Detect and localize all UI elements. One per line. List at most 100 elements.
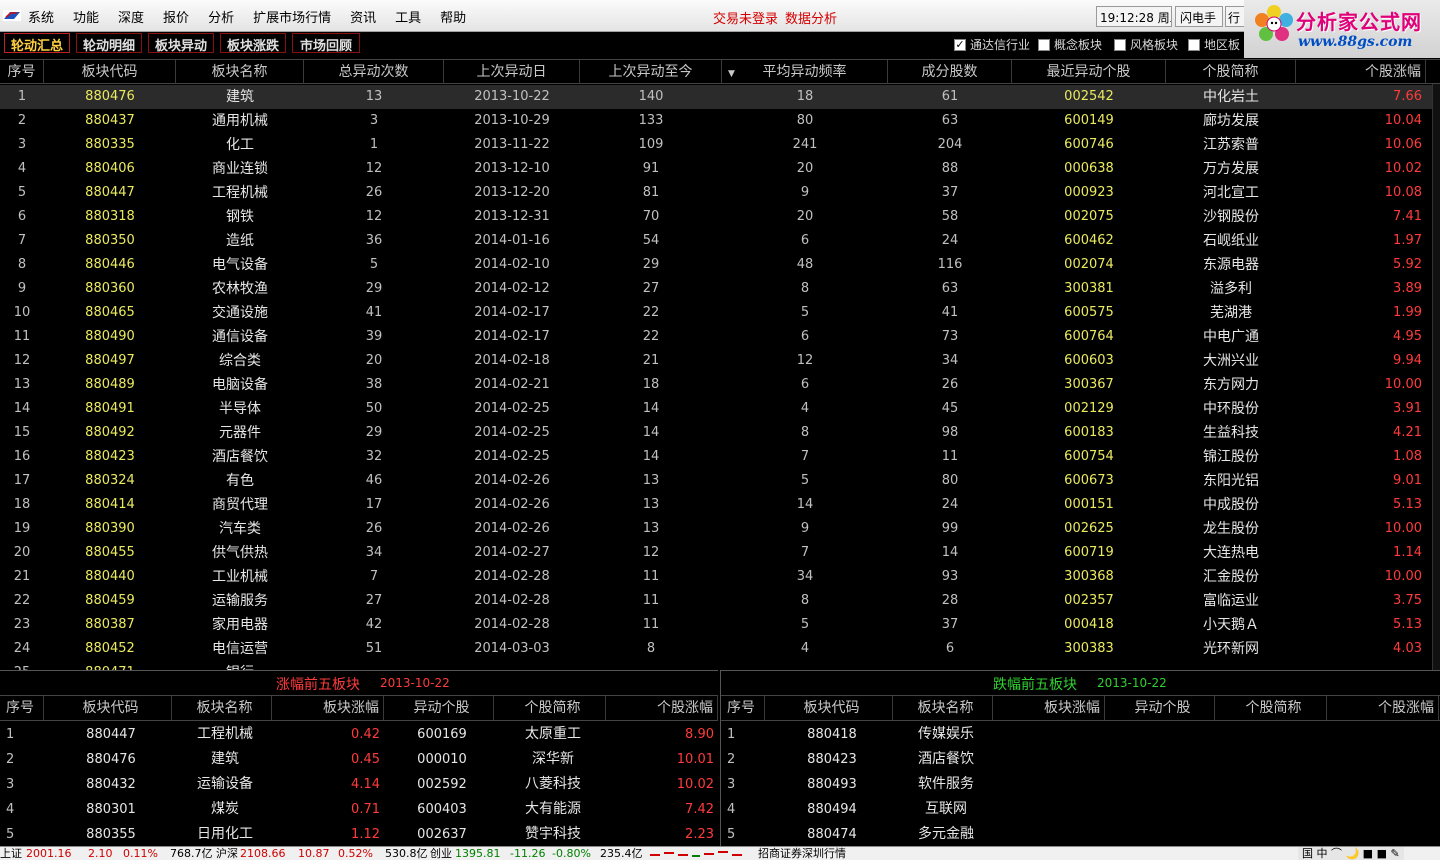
gainers-header-stock-change[interactable]: 个股涨幅 bbox=[606, 696, 718, 720]
table-row[interactable]: 7 880350 造纸 36 2014-01-16 54 6 24 600462 石岘纸业 1.97 bbox=[0, 229, 1432, 253]
menu-depth[interactable]: 深度 bbox=[118, 7, 144, 26]
table-row[interactable]: 3 880335 化工 1 2013-11-22 109 241 204 600746 江苏索普 1… bbox=[0, 133, 1432, 157]
cell-recent-stock-code bbox=[1012, 661, 1166, 670]
table-row[interactable]: 10 880465 交通设施 41 2014-02-17 22 5 41 600575 芜湖港 1.… bbox=[0, 301, 1432, 325]
table-row[interactable]: 2 880437 通用机械 3 2013-10-29 133 80 63 600149 廊坊发展 1… bbox=[0, 109, 1432, 133]
filter-concept-sector[interactable]: 概念板块 bbox=[1038, 36, 1102, 53]
table-row[interactable]: 22 880459 运输服务 27 2014-02-28 11 8 28 002357 富临运业 3… bbox=[0, 589, 1432, 613]
table-row[interactable]: 14 880491 半导体 50 2014-02-25 14 4 45 002129 中环股份 3.… bbox=[0, 397, 1432, 421]
gainers-row[interactable]: 3 880432 运输设备 4.14 002592 八菱科技 10.02 bbox=[0, 772, 718, 797]
cell-constituent-count: 98 bbox=[941, 425, 959, 440]
gainers-row[interactable]: 1 880447 工程机械 0.42 600169 太原重工 8.90 bbox=[0, 722, 718, 747]
losers-header-index[interactable]: 序号 bbox=[721, 696, 765, 720]
column-header-stock-name[interactable]: 个股简称 bbox=[1166, 60, 1296, 84]
sort-desc-icon[interactable]: ▼ bbox=[728, 68, 735, 80]
cell-total-anomalies: 41 bbox=[365, 305, 383, 320]
losers-title: 跌幅前五板块 bbox=[993, 677, 1077, 693]
vertical-scrollbar[interactable] bbox=[1432, 84, 1440, 670]
table-row[interactable]: 9 880360 农林牧渔 29 2014-02-12 27 8 63 300381 溢多利 3.8… bbox=[0, 277, 1432, 301]
tab-sector-change[interactable]: 板块涨跌 bbox=[220, 33, 286, 54]
column-header-recent-stock-code[interactable]: 最近异动个股 bbox=[1012, 60, 1166, 84]
cell-stock-name: 东方网力 bbox=[1203, 377, 1259, 393]
table-row[interactable]: 19 880390 汽车类 26 2014-02-26 13 9 99 002625 龙生股份 10… bbox=[0, 517, 1432, 541]
tab-market-review[interactable]: 市场回顾 bbox=[292, 33, 360, 54]
losers-header-sector-code[interactable]: 板块代码 bbox=[765, 696, 893, 720]
table-row[interactable]: 24 880452 电信运营 51 2014-03-03 8 4 6 300383 光环新网 4.0… bbox=[0, 637, 1432, 661]
losers-header-anomaly-stock[interactable]: 异动个股 bbox=[1105, 696, 1215, 720]
checkbox-icon[interactable] bbox=[1114, 38, 1126, 51]
column-header-index[interactable]: 序号 bbox=[0, 60, 44, 84]
gainers-row[interactable]: 2 880476 建筑 0.45 000010 深华新 10.01 bbox=[0, 747, 718, 772]
menu-help[interactable]: 帮助 bbox=[440, 7, 466, 26]
menu-function[interactable]: 功能 bbox=[73, 7, 99, 26]
losers-header-sector-change[interactable]: 板块涨幅 bbox=[993, 696, 1105, 720]
filter-style-sector[interactable]: 风格板块 bbox=[1114, 36, 1178, 53]
gainers-header-anomaly-stock[interactable]: 异动个股 bbox=[384, 696, 494, 720]
table-row[interactable]: 21 880440 工业机械 7 2014-02-28 11 34 93 300368 汇金股份 1… bbox=[0, 565, 1432, 589]
table-row[interactable]: 13 880489 电脑设备 38 2014-02-21 18 6 26 300367 东方网力 1… bbox=[0, 373, 1432, 397]
menu-tools[interactable]: 工具 bbox=[395, 7, 421, 26]
gainers-row[interactable]: 5 880355 日用化工 1.12 002637 赞宇科技 2.23 bbox=[0, 822, 718, 846]
column-header-avg-anomaly-freq[interactable]: 平均异动频率 bbox=[722, 60, 888, 84]
flash-trade-button[interactable]: 闪电手 bbox=[1175, 6, 1223, 27]
tab-rotation-summary[interactable]: 轮动汇总 bbox=[4, 33, 70, 54]
tab-rotation-detail[interactable]: 轮动明细 bbox=[76, 33, 142, 54]
cell-total-anomalies bbox=[304, 661, 444, 670]
checkbox-icon[interactable] bbox=[1188, 38, 1200, 51]
column-header-total-anomalies[interactable]: 总异动次数 bbox=[304, 60, 444, 84]
losers-header-stock-name[interactable]: 个股简称 bbox=[1215, 696, 1327, 720]
tab-sector-anomaly[interactable]: 板块异动 bbox=[148, 33, 214, 54]
menu-news[interactable]: 资讯 bbox=[350, 7, 376, 26]
table-row[interactable]: 12 880497 综合类 20 2014-02-18 21 12 34 600603 大洲兴业 9… bbox=[0, 349, 1432, 373]
losers-header-sector-name[interactable]: 板块名称 bbox=[893, 696, 993, 720]
losers-row[interactable]: 4 880494 互联网 bbox=[721, 797, 1440, 822]
column-header-last-anomaly-date[interactable]: 上次异动日 bbox=[444, 60, 580, 84]
table-row[interactable]: 4 880406 商业连锁 12 2013-12-10 91 20 88 000638 万方发展 1… bbox=[0, 157, 1432, 181]
checkbox-icon[interactable] bbox=[1038, 38, 1050, 51]
table-row[interactable]: 15 880492 元器件 29 2014-02-25 14 8 98 600183 生益科技 4.… bbox=[0, 421, 1432, 445]
table-row[interactable]: 11 880490 通信设备 39 2014-02-17 22 6 73 600764 中电广通 4… bbox=[0, 325, 1432, 349]
filter-region-sector[interactable]: 地区板 bbox=[1188, 36, 1240, 53]
column-header-sector-code[interactable]: 板块代码 bbox=[44, 60, 176, 84]
column-header-stock-change[interactable]: 个股涨幅 bbox=[1296, 60, 1426, 84]
cell-avg-anomaly-freq: 8 bbox=[800, 425, 810, 440]
data-analysis-link[interactable]: 数据分析 bbox=[785, 8, 837, 27]
table-row[interactable]: 25880471银行 bbox=[0, 661, 1432, 670]
losers-row[interactable]: 2 880423 酒店餐饮 bbox=[721, 747, 1440, 772]
trade-login-status[interactable]: 交易未登录 bbox=[713, 8, 778, 27]
cell-last-anomaly-date: 2014-03-03 bbox=[474, 641, 550, 656]
gainers-row[interactable]: 4 880301 煤炭 0.71 600403 大有能源 7.42 bbox=[0, 797, 718, 822]
filter-tdx-industry[interactable]: ✓ 通达信行业 bbox=[954, 36, 1030, 53]
menu-quote[interactable]: 报价 bbox=[163, 7, 189, 26]
table-row[interactable]: 8 880446 电气设备 5 2014-02-10 29 48 116 002074 东源电器 5… bbox=[0, 253, 1432, 277]
column-header-sector-name[interactable]: 板块名称 bbox=[176, 60, 304, 84]
losers-row[interactable]: 3 880493 软件服务 bbox=[721, 772, 1440, 797]
table-row[interactable]: 6 880318 钢铁 12 2013-12-31 70 20 58 002075 沙钢股份 7.4… bbox=[0, 205, 1432, 229]
checkbox-checked-icon[interactable]: ✓ bbox=[954, 38, 966, 51]
losers-row[interactable]: 1 880418 传媒娱乐 bbox=[721, 722, 1440, 747]
column-header-constituent-count[interactable]: 成分股数 bbox=[888, 60, 1012, 84]
table-row[interactable]: 17 880324 有色 46 2014-02-26 13 5 80 600673 东阳光铝 9.0… bbox=[0, 469, 1432, 493]
column-header-days-since-anomaly[interactable]: 上次异动至今 bbox=[580, 60, 722, 84]
ime-toolbar[interactable]: 国 中 ⌒ 🌙 ■ ■ ✎ bbox=[1298, 847, 1404, 860]
cell-constituent-count: 63 bbox=[941, 281, 959, 296]
table-row[interactable]: 5 880447 工程机械 26 2013-12-20 81 9 37 000923 河北宣工 10… bbox=[0, 181, 1432, 205]
gainers-header-sector-name[interactable]: 板块名称 bbox=[172, 696, 272, 720]
broker-feed[interactable]: 招商证券深圳行情 bbox=[758, 847, 846, 860]
gainers-header-sector-change[interactable]: 板块涨幅 bbox=[272, 696, 384, 720]
cell-last-anomaly-date: 2014-02-25 bbox=[474, 449, 550, 464]
gainers-header-index[interactable]: 序号 bbox=[0, 696, 44, 720]
table-row[interactable]: 20 880455 供气供热 34 2014-02-27 12 7 14 600719 大连热电 1… bbox=[0, 541, 1432, 565]
table-row[interactable]: 18 880414 商贸代理 17 2014-02-26 13 14 24 000151 中成股份… bbox=[0, 493, 1432, 517]
table-row[interactable]: 23 880387 家用电器 42 2014-02-28 11 5 37 000418 小天鹅Ａ 5… bbox=[0, 613, 1432, 637]
table-row[interactable]: 1 880476 建筑 13 2013-10-22 140 18 61 002542 中化岩土 7.… bbox=[0, 85, 1432, 109]
losers-row[interactable]: 5 880474 多元金融 bbox=[721, 822, 1440, 846]
menu-extended-market[interactable]: 扩展市场行情 bbox=[253, 7, 331, 26]
losers-header-stock-change[interactable]: 个股涨幅 bbox=[1327, 696, 1439, 720]
menu-analysis[interactable]: 分析 bbox=[208, 7, 234, 26]
table-row[interactable]: 16 880423 酒店餐饮 32 2014-02-25 14 7 11 600754 锦江股份 1… bbox=[0, 445, 1432, 469]
gainers-header-sector-code[interactable]: 板块代码 bbox=[44, 696, 172, 720]
menu-system[interactable]: 系统 bbox=[28, 7, 54, 26]
gainers-header-stock-name[interactable]: 个股简称 bbox=[494, 696, 606, 720]
quote-button[interactable]: 行 bbox=[1225, 6, 1245, 27]
